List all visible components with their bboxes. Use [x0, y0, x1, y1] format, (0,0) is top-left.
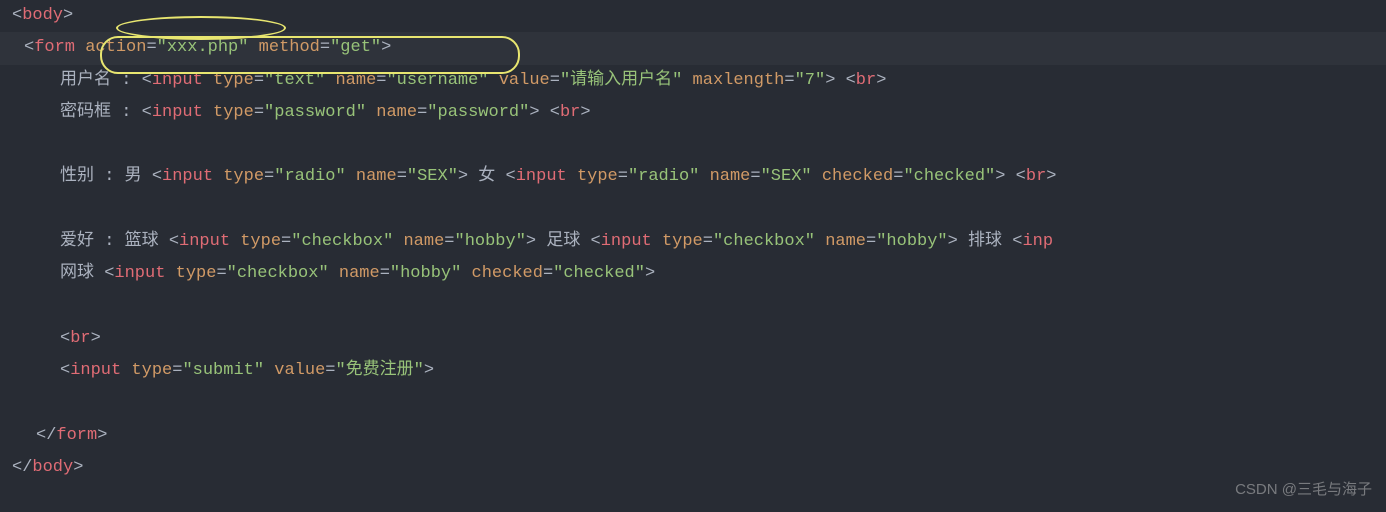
- code-line: <body>: [12, 0, 1386, 32]
- code-line: </form>: [12, 420, 1386, 452]
- code-line: 用户名 : <input type="text" name="username"…: [12, 65, 1386, 97]
- code-line-empty: [12, 194, 1386, 226]
- code-line: </body>: [12, 452, 1386, 484]
- code-line: 密码框 : <input type="password" name="passw…: [12, 97, 1386, 129]
- code-line: 网球 <input type="checkbox" name="hobby" c…: [12, 258, 1386, 290]
- code-line: <input type="submit" value="免费注册">: [12, 355, 1386, 387]
- code-line-empty: [12, 129, 1386, 161]
- code-line: 性别 : 男 <input type="radio" name="SEX"> 女…: [12, 161, 1386, 193]
- watermark: CSDN @三毛与海子: [1235, 476, 1372, 505]
- code-line: <br>: [12, 323, 1386, 355]
- code-line-empty: [12, 291, 1386, 323]
- code-line-highlighted: <form action="xxx.php" method="get">: [0, 32, 1386, 64]
- code-line: 爱好 : 篮球 <input type="checkbox" name="hob…: [12, 226, 1386, 258]
- code-editor[interactable]: <body> <form action="xxx.php" method="ge…: [0, 0, 1386, 484]
- code-line-empty: [12, 388, 1386, 420]
